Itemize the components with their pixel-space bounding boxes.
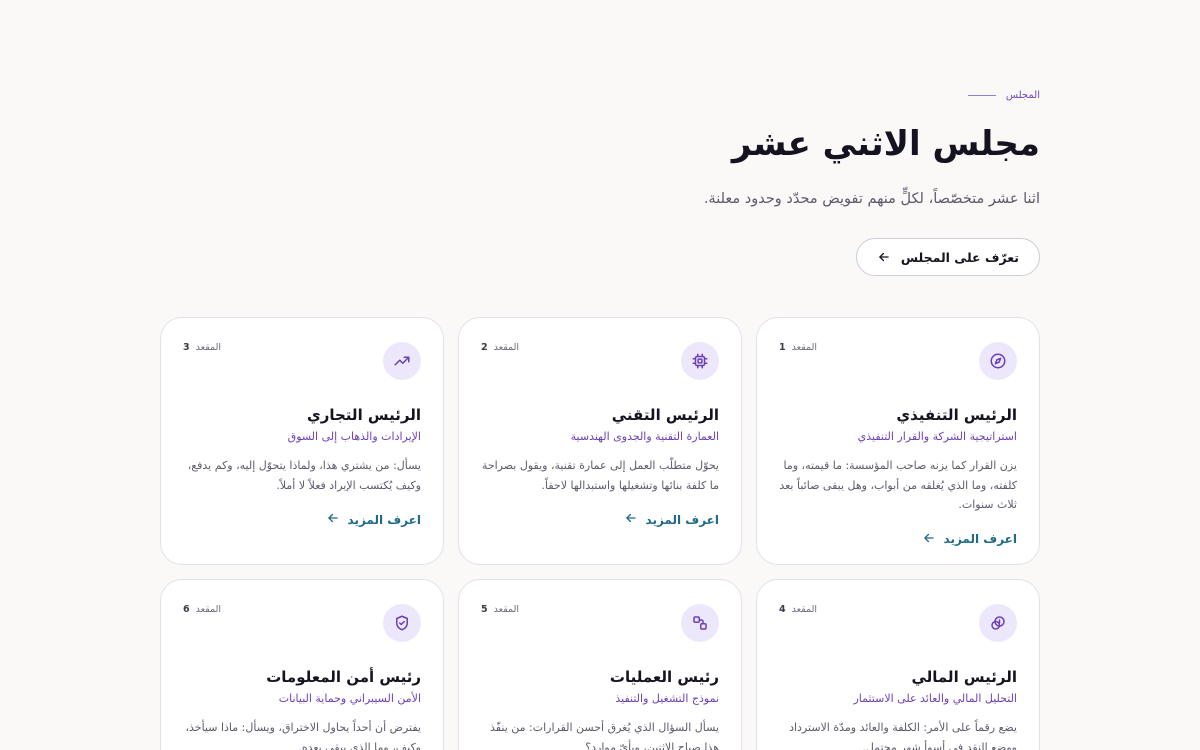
learn-more-label: اعرف المزيد [347, 512, 421, 527]
card-description: يضع رقماً على الأمر: الكلفة والعائد ومدّ… [789, 721, 1017, 750]
shield-check-icon [383, 604, 421, 642]
seat-number: 2 [481, 342, 488, 353]
seat-label: المقعد 5 [481, 604, 519, 615]
council-card: المقعد 4 الرئيس المالي التحليل المالي وا… [756, 579, 1040, 750]
card-description: يسأل السؤال الذي يُغرق أحسن القرارات: من… [490, 721, 719, 750]
compass-icon [979, 342, 1017, 380]
hero-section: المجلس مجلس الاثني عشر اثنا عشر متخصّصاً… [160, 84, 1041, 276]
council-card: المقعد 1 الرئيس التنفيذي استراتيجية الشر… [756, 317, 1040, 565]
card-title: رئيس أمن المعلومات [266, 668, 421, 686]
seat-text: المقعد [791, 342, 818, 353]
learn-more-label: اعرف المزيد [943, 532, 1017, 546]
card-title: الرئيس المالي [911, 668, 1017, 686]
learn-about-council-button[interactable]: تعرّف على المجلس [855, 238, 1040, 276]
card-subtitle: نموذج التشغيل والتنفيذ [615, 692, 719, 705]
seat-text: المقعد [195, 604, 222, 615]
page: المجلس مجلس الاثني عشر اثنا عشر متخصّصاً… [0, 0, 1200, 750]
workflow-icon [681, 604, 719, 642]
learn-more-label: اعرف المزيد [645, 512, 719, 527]
seat-text: المقعد [791, 604, 818, 615]
seat-number: 5 [481, 604, 488, 615]
card-description: يسأل: من يشتري هذا، ولماذا يتحوّل إليه، … [187, 459, 421, 492]
eyebrow-line [967, 94, 996, 96]
council-card: المقعد 5 رئيس العمليات نموذج التشغيل وال… [458, 579, 742, 750]
page-title: مجلس الاثني عشر [731, 124, 1041, 164]
card-title: الرئيس التقني [611, 406, 719, 424]
seat-label: المقعد 1 [779, 342, 817, 353]
council-card: المقعد 3 الرئيس التجاري الإيرادات والذها… [160, 317, 444, 565]
learn-more-link[interactable]: اعرف المزيد [326, 511, 421, 528]
eyebrow-label: المجلس [1005, 89, 1040, 101]
eyebrow: المجلس [160, 84, 1040, 106]
page-subtitle: اثنا عشر متخصّصاً، لكلٍّ منهم تفويض محدّ… [703, 191, 1040, 207]
cta-label: تعرّف على المجلس [900, 249, 1019, 265]
seat-number: 3 [183, 342, 190, 353]
card-title: الرئيس التنفيذي [896, 406, 1017, 424]
card-title: رئيس العمليات [609, 668, 719, 686]
card-subtitle: استراتيجية الشركة والقرار التنفيذي [857, 430, 1017, 443]
seat-number: 1 [779, 342, 786, 353]
card-subtitle: الأمن السيبراني وحماية البيانات [278, 692, 421, 705]
learn-more-link[interactable]: اعرف المزيد [922, 531, 1017, 548]
seat-text: المقعد [195, 342, 222, 353]
council-card: المقعد 2 الرئيس التقني العمارة التقنية و… [458, 317, 742, 565]
council-card: المقعد 6 رئيس أمن المعلومات الأمن السيبر… [160, 579, 444, 750]
arrow-left-icon [877, 250, 891, 264]
seat-label: المقعد 6 [183, 604, 221, 615]
card-title: الرئيس التجاري [306, 406, 421, 424]
seat-number: 4 [779, 604, 786, 615]
seat-text: المقعد [493, 604, 520, 615]
arrow-left-icon [922, 531, 936, 548]
card-subtitle: التحليل المالي والعائد على الاستثمار [853, 692, 1017, 705]
seat-label: المقعد 2 [481, 342, 519, 353]
learn-more-link[interactable]: اعرف المزيد [624, 511, 719, 528]
arrow-left-icon [624, 511, 638, 528]
card-description: يفترض أن أحداً يحاول الاختراق، ويسأل: ما… [185, 721, 421, 750]
council-grid: المقعد 1 الرئيس التنفيذي استراتيجية الشر… [160, 317, 1040, 750]
seat-label: المقعد 3 [183, 342, 221, 353]
card-subtitle: العمارة التقنية والجدوى الهندسية [570, 430, 719, 443]
seat-text: المقعد [493, 342, 520, 353]
cpu-chip-icon [681, 342, 719, 380]
card-subtitle: الإيرادات والذهاب إلى السوق [287, 430, 421, 443]
coin-icon [979, 604, 1017, 642]
seat-number: 6 [183, 604, 190, 615]
arrow-left-icon [326, 511, 340, 528]
card-description: يحوّل متطلّب العمل إلى عمارة تقنية، ويقو… [481, 459, 719, 492]
seat-label: المقعد 4 [779, 604, 817, 615]
card-description: يزن القرار كما يزنه صاحب المؤسسة: ما قيم… [779, 459, 1017, 511]
trending-up-icon [383, 342, 421, 380]
